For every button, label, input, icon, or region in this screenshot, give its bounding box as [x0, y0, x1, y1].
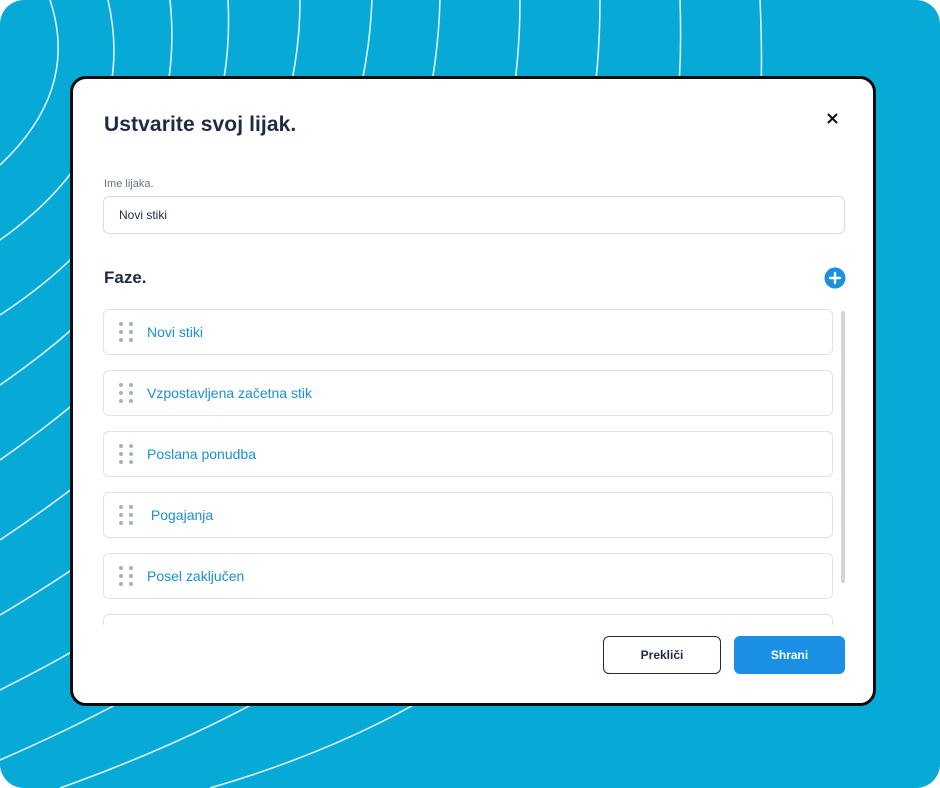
dialog-title: Ustvarite svoj lijak. [104, 113, 297, 136]
phase-list-scrollbar[interactable] [841, 311, 845, 583]
plus-circle-icon [824, 267, 846, 289]
phase-item[interactable] [103, 614, 833, 625]
phase-label: Poslana ponudba [147, 446, 256, 462]
save-button[interactable]: Shrani [734, 636, 845, 674]
create-funnel-dialog: Ustvarite svoj lijak. Ime lijaka. Faze. … [70, 76, 876, 706]
phases-title: Faze. [104, 268, 147, 287]
phase-list: Novi stiki Vzpostavljena začetna stik Po… [103, 309, 835, 625]
close-button[interactable] [823, 109, 841, 127]
cancel-button[interactable]: Prekliči [603, 636, 721, 674]
add-phase-button[interactable] [824, 267, 846, 289]
drag-handle-icon[interactable] [119, 383, 133, 403]
phase-item[interactable]: Pogajanja [103, 492, 833, 538]
close-icon [827, 113, 837, 123]
phase-label: Pogajanja [147, 507, 214, 523]
drag-handle-icon[interactable] [119, 322, 133, 342]
page-background: Ustvarite svoj lijak. Ime lijaka. Faze. … [0, 0, 940, 788]
phase-item[interactable]: Vzpostavljena začetna stik [103, 370, 833, 416]
phase-label: Posel zaključen [147, 568, 245, 584]
funnel-name-label: Ime lijaka. [104, 178, 154, 190]
drag-handle-icon[interactable] [119, 566, 133, 586]
phase-label: Vzpostavljena začetna stik [147, 385, 312, 401]
drag-handle-icon[interactable] [119, 505, 133, 525]
funnel-name-input[interactable] [103, 196, 845, 234]
phase-item[interactable]: Posel zaključen [103, 553, 833, 599]
drag-handle-icon[interactable] [119, 444, 133, 464]
phase-label: Novi stiki [147, 324, 204, 340]
phase-item[interactable]: Poslana ponudba [103, 431, 833, 477]
phase-item[interactable]: Novi stiki [103, 309, 833, 355]
